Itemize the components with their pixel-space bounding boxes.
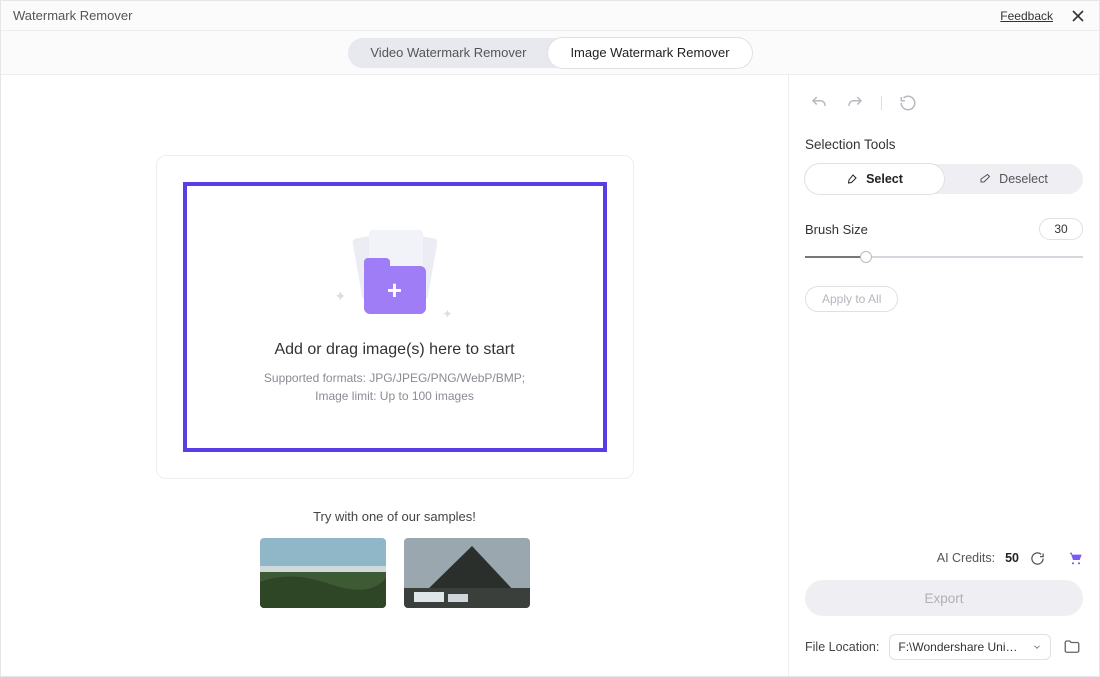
redo-icon [846,94,864,112]
toolbar-divider [881,96,882,110]
folder-icon [1063,638,1081,656]
tab-image-watermark[interactable]: Image Watermark Remover [548,38,751,68]
brush-icon [846,173,858,185]
selection-mode-tabs: Select Deselect [805,164,1083,194]
apply-to-all-button[interactable]: Apply to All [805,286,898,312]
dropzone-formats: Supported formats: JPG/JPEG/PNG/WebP/BMP… [264,369,525,387]
select-label: Select [866,172,903,186]
close-icon [1071,9,1085,23]
samples-label: Try with one of our samples! [260,509,530,524]
drop-card: ✦ ✦ + Add or drag image(s) here to start… [156,155,634,479]
tab-video-watermark[interactable]: Video Watermark Remover [348,38,548,68]
selection-tools-title: Selection Tools [805,137,1083,152]
sample-thumbnail-2[interactable] [404,538,530,608]
deselect-label: Deselect [999,172,1048,186]
ai-credits-label: AI Credits: [937,551,995,565]
mode-tabs: Video Watermark Remover Image Watermark … [348,38,751,68]
brush-size-label: Brush Size [805,222,868,237]
undo-button[interactable] [809,93,829,113]
slider-handle[interactable] [860,251,872,263]
dropzone-headline: Add or drag image(s) here to start [274,341,514,359]
reset-icon [899,94,917,112]
redo-button[interactable] [845,93,865,113]
open-folder-button[interactable] [1061,636,1083,658]
window-title: Watermark Remover [13,8,132,23]
cart-icon [1067,549,1083,567]
refresh-credits-button[interactable] [1029,550,1045,566]
file-location-select[interactable]: F:\Wondershare UniCon [889,634,1051,660]
ai-credits-value: 50 [1005,551,1019,565]
select-tool-button[interactable]: Select [805,164,944,194]
eraser-icon [979,173,991,185]
add-folder-icon: ✦ ✦ + [335,230,455,325]
reset-button[interactable] [898,93,918,113]
refresh-icon [1030,551,1045,566]
export-button[interactable]: Export [805,580,1083,616]
deselect-tool-button[interactable]: Deselect [944,164,1083,194]
brush-size-value[interactable]: 30 [1039,218,1083,240]
feedback-link[interactable]: Feedback [1000,9,1053,23]
undo-icon [810,94,828,112]
buy-credits-button[interactable] [1067,550,1083,566]
close-button[interactable] [1069,7,1087,25]
chevron-down-icon [1032,642,1042,652]
brush-size-slider[interactable] [805,254,1083,260]
file-location-value: F:\Wondershare UniCon [898,640,1020,654]
dropzone-limit: Image limit: Up to 100 images [264,387,525,405]
sample-thumbnail-1[interactable] [260,538,386,608]
image-dropzone[interactable]: ✦ ✦ + Add or drag image(s) here to start… [183,182,607,452]
file-location-label: File Location: [805,640,879,654]
